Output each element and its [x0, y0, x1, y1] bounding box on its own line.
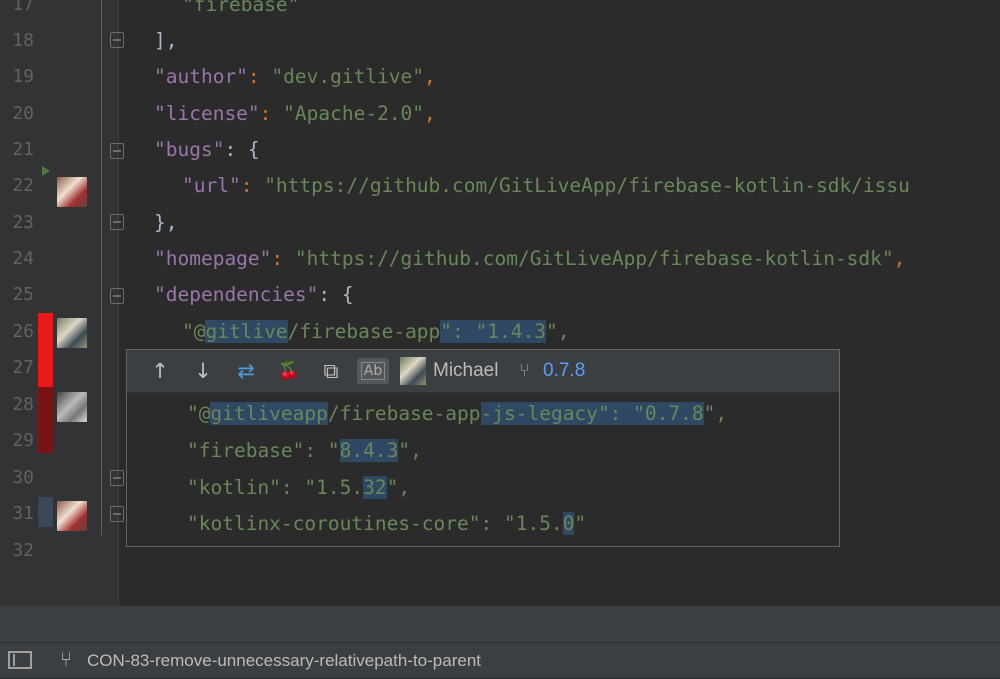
- popup-toolbar: ↑ ↓ ⇄ 🍒 ⧉ Ab Michael ⑂ 0.7.8: [127, 350, 839, 393]
- author-avatar[interactable]: [57, 501, 87, 531]
- line-number: 27: [12, 357, 34, 378]
- code-line: "homepage": "https://github.com/GitLiveA…: [154, 247, 906, 270]
- code-line: ],: [154, 29, 178, 52]
- line-number: 25: [12, 284, 34, 305]
- fold-end-icon[interactable]: [110, 506, 124, 522]
- line-number: 32: [12, 540, 34, 561]
- bottom-panel-separator: [0, 606, 1000, 642]
- previous-change-icon[interactable]: ↑: [147, 358, 173, 384]
- code-line: "bugs": {: [154, 138, 260, 161]
- line-number: 22: [12, 175, 34, 196]
- line-number: 26: [12, 321, 34, 342]
- code-line: "@gitlive/firebase-app": "1.4.3",: [182, 320, 570, 343]
- change-marker-modified[interactable]: [38, 387, 53, 453]
- fold-end-icon[interactable]: [110, 32, 124, 48]
- tool-window-toggle-icon[interactable]: [8, 651, 32, 669]
- vcs-diff-popup: ↑ ↓ ⇄ 🍒 ⧉ Ab Michael ⑂ 0.7.8 "@gitliveap…: [126, 349, 840, 547]
- breakpoint-arrow-icon: [42, 166, 50, 176]
- line-number: 23: [12, 212, 34, 233]
- line-number: 24: [12, 248, 34, 269]
- highlight-words-toggle[interactable]: Ab: [357, 358, 389, 384]
- diff-line: "firebase": "8.4.3",: [187, 439, 422, 462]
- line-number: 18: [12, 30, 34, 51]
- code-line: "dependencies": {: [154, 283, 354, 306]
- author-name: Michael: [433, 360, 499, 381]
- line-number: 17: [12, 0, 34, 15]
- diff-line: "kotlinx-coroutines-core": "1.5.0": [187, 512, 587, 535]
- author-avatar: [400, 357, 426, 385]
- fold-icon[interactable]: [110, 288, 124, 304]
- line-number: 19: [12, 66, 34, 87]
- author-avatar[interactable]: [57, 318, 87, 348]
- line-number: 31: [12, 503, 34, 524]
- status-bar: ⑂ CON-83-remove-unnecessary-relativepath…: [0, 642, 1000, 678]
- copy-icon[interactable]: ⧉: [318, 358, 344, 384]
- line-number: 28: [12, 394, 34, 415]
- branch-icon: ⑂: [60, 647, 72, 671]
- branch-icon: ⑂: [519, 360, 530, 381]
- diff-line: "@gitliveapp/firebase-app-js-legacy": "0…: [187, 402, 728, 425]
- change-marker-modified[interactable]: [38, 313, 53, 387]
- next-change-icon[interactable]: ↓: [190, 358, 216, 384]
- line-number: 20: [12, 103, 34, 124]
- code-line: "url": "https://github.com/GitLiveApp/fi…: [182, 174, 910, 197]
- author-avatar[interactable]: [57, 392, 87, 422]
- line-number: 21: [12, 139, 34, 160]
- line-number: 29: [12, 430, 34, 451]
- rollback-icon[interactable]: ⇄: [233, 358, 259, 384]
- code-line: "license": "Apache-2.0",: [154, 102, 436, 125]
- line-number: 30: [12, 467, 34, 488]
- code-line: },: [154, 211, 178, 234]
- version-link[interactable]: 0.7.8: [543, 350, 585, 392]
- current-branch[interactable]: CON-83-remove-unnecessary-relativepath-t…: [87, 643, 481, 679]
- cherry-pick-icon[interactable]: 🍒: [276, 358, 302, 384]
- fold-guide-line: [101, 0, 102, 535]
- author-avatar[interactable]: [57, 177, 87, 207]
- diff-line: "kotlin": "1.5.32",: [187, 476, 411, 499]
- fold-icon[interactable]: [110, 143, 124, 159]
- change-marker-old[interactable]: [38, 497, 53, 527]
- fold-end-icon[interactable]: [110, 470, 124, 486]
- fold-end-icon[interactable]: [110, 214, 124, 230]
- code-line: "firebase": [182, 0, 300, 16]
- code-line: "author": "dev.gitlive",: [154, 65, 436, 88]
